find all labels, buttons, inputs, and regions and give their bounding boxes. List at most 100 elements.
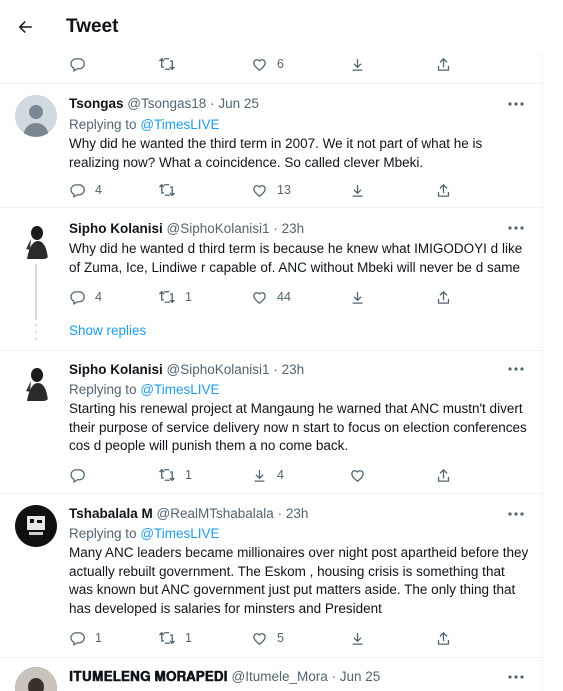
- heart-icon: [250, 629, 268, 647]
- separator: ·: [273, 362, 278, 377]
- divider: [0, 493, 543, 494]
- heart-icon: [250, 55, 268, 73]
- bookmark-down-icon: [348, 55, 366, 73]
- replying-to: Replying to @TimesLIVE: [69, 117, 220, 132]
- reply-button[interactable]: 1: [68, 628, 158, 648]
- retweet-button[interactable]: [158, 54, 250, 74]
- thread-dots: [35, 324, 37, 340]
- replying-to-label: Replying to: [69, 117, 137, 132]
- like-count: 5: [277, 631, 284, 645]
- more-options-button[interactable]: [506, 361, 526, 377]
- more-options-button[interactable]: [506, 220, 526, 236]
- tweet-text: Many ANC leaders became millionaires ove…: [69, 545, 529, 616]
- avatar[interactable]: [15, 667, 57, 691]
- reply-button[interactable]: 4: [68, 287, 158, 307]
- retweet-icon: [158, 466, 176, 484]
- retweet-button[interactable]: 1: [158, 465, 250, 485]
- bookmark-down-icon: [348, 181, 366, 199]
- scrollbar[interactable]: [549, 0, 563, 691]
- more-options-button[interactable]: [506, 506, 526, 522]
- action-bar: 4 13: [68, 180, 524, 200]
- avatar[interactable]: [15, 95, 57, 137]
- divider: [0, 83, 543, 84]
- like-button[interactable]: 6: [250, 54, 348, 74]
- tweet-text: Why did he wanted the third term in 2007…: [69, 136, 483, 170]
- bookmark-button[interactable]: [348, 628, 434, 648]
- tweet-text: Why did he wanted d third term is becaus…: [69, 241, 523, 275]
- author-name[interactable]: Sipho Kolanisi: [69, 221, 163, 236]
- bookmark-button[interactable]: [348, 287, 434, 307]
- reply-button[interactable]: [68, 54, 158, 74]
- replying-to-link[interactable]: @TimesLIVE: [140, 382, 219, 397]
- share-button[interactable]: [434, 180, 524, 200]
- heart-icon: [250, 288, 268, 306]
- timestamp[interactable]: 23h: [286, 506, 309, 521]
- action-bar: 6: [68, 54, 524, 74]
- avatar[interactable]: [15, 219, 57, 261]
- timestamp[interactable]: Jun 25: [218, 96, 259, 111]
- more-dots-icon: [508, 102, 524, 106]
- tweet-header: Tshabalala M @RealMTshabalala · 23h: [69, 506, 308, 521]
- tweet-header: Sipho Kolanisi @SiphoKolanisi1 · 23h: [69, 362, 304, 377]
- reply-button[interactable]: [68, 465, 158, 485]
- share-button[interactable]: [434, 628, 524, 648]
- retweet-button[interactable]: [158, 180, 250, 200]
- action-bar: 1 4: [68, 465, 524, 485]
- author-name[interactable]: Tshabalala M: [69, 506, 153, 521]
- like-count: 4: [277, 468, 284, 482]
- more-options-button[interactable]: [506, 669, 526, 685]
- bookmark-button[interactable]: [348, 180, 434, 200]
- reply-count: 4: [95, 290, 102, 304]
- share-icon: [434, 55, 452, 73]
- more-options-button[interactable]: [506, 96, 526, 112]
- author-name[interactable]: 𝐈𝐓𝐔𝐌𝐄𝐋𝐄𝐍𝐆 𝐌𝐎𝐑𝐀𝐏𝐄𝐃𝐈: [69, 669, 228, 684]
- heart-icon: [348, 466, 366, 484]
- share-icon: [434, 466, 452, 484]
- reply-button[interactable]: 4: [68, 180, 158, 200]
- timeline-column: Tweet 6 Tsongas @Tsongas18 · Jun 25 Repl…: [0, 0, 543, 691]
- share-button[interactable]: [434, 54, 524, 74]
- thread-connector: [35, 264, 37, 320]
- speech-bubble-icon: [68, 55, 86, 73]
- bookmark-down-icon: [250, 466, 268, 484]
- bookmark-button[interactable]: 4: [250, 465, 348, 485]
- author-name[interactable]: Tsongas: [69, 96, 124, 111]
- share-button[interactable]: [434, 465, 524, 485]
- author-name[interactable]: Sipho Kolanisi: [69, 362, 163, 377]
- author-handle[interactable]: @SiphoKolanisi1: [167, 362, 270, 377]
- more-dots-icon: [508, 675, 524, 679]
- replying-to: Replying to @TimesLIVE: [69, 526, 220, 541]
- retweet-button[interactable]: 1: [158, 287, 250, 307]
- timestamp[interactable]: Jun 25: [340, 669, 381, 684]
- author-handle[interactable]: @SiphoKolanisi1: [167, 221, 270, 236]
- author-handle[interactable]: @Itumele_Mora: [232, 669, 328, 684]
- tweet-text: Starting his renewal project at Mangaung…: [69, 401, 527, 453]
- retweet-button[interactable]: 1: [158, 628, 250, 648]
- like-button[interactable]: 13: [250, 180, 348, 200]
- bookmark-down-icon: [348, 288, 366, 306]
- author-handle[interactable]: @RealMTshabalala: [157, 506, 274, 521]
- page-header: Tweet: [0, 0, 543, 53]
- avatar[interactable]: [15, 505, 57, 547]
- timestamp[interactable]: 23h: [282, 221, 305, 236]
- share-button[interactable]: [434, 287, 524, 307]
- replying-to-link[interactable]: @TimesLIVE: [140, 117, 219, 132]
- back-button[interactable]: [8, 10, 42, 44]
- author-handle[interactable]: @Tsongas18: [127, 96, 206, 111]
- speech-bubble-icon: [68, 181, 86, 199]
- avatar[interactable]: [15, 361, 57, 403]
- retweet-count: 1: [185, 290, 192, 304]
- replying-to-link[interactable]: @TimesLIVE: [140, 526, 219, 541]
- speech-bubble-icon: [68, 288, 86, 306]
- page-title: Tweet: [66, 15, 119, 37]
- like-count: 13: [277, 183, 291, 197]
- like-button[interactable]: 44: [250, 287, 348, 307]
- retweet-icon: [158, 181, 176, 199]
- timestamp[interactable]: 23h: [282, 362, 305, 377]
- bookmark-button[interactable]: [348, 54, 434, 74]
- show-replies-link[interactable]: Show replies: [69, 323, 146, 338]
- divider: [0, 207, 543, 208]
- like-button[interactable]: 5: [250, 628, 348, 648]
- like-button[interactable]: [348, 465, 434, 485]
- divider: [0, 657, 543, 658]
